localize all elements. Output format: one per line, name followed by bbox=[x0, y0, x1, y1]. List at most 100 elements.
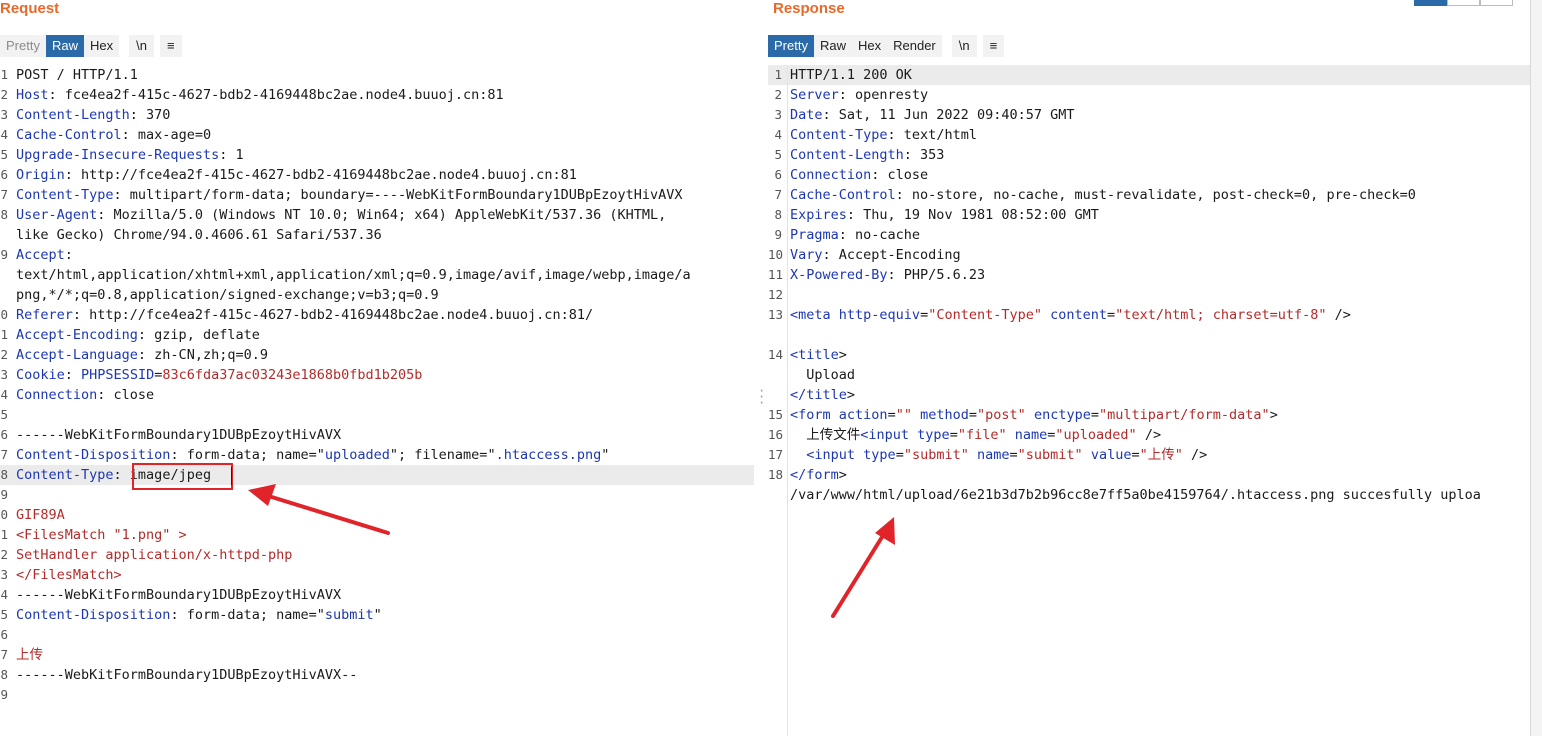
request-line[interactable]: 7 Content-Disposition: form-data; name="u… bbox=[0, 445, 754, 465]
request-line[interactable]: png,*/*;q=0.8,application/signed-exchang… bbox=[0, 285, 754, 305]
code-token: : http://fce4ea2f-415c-4627-bdb2-4169448… bbox=[64, 167, 577, 183]
response-editor[interactable]: 1 HTTP/1.1 200 OK 2 Server: openresty 3 Date:… bbox=[768, 65, 1530, 736]
response-tab-raw[interactable]: Raw bbox=[813, 35, 852, 57]
response-menu-icon[interactable]: ≡ bbox=[982, 35, 1005, 57]
response-line[interactable]: 3 Date: Sat, 11 Jun 2022 09:40:57 GMT bbox=[768, 105, 1530, 125]
code-token: = bbox=[949, 427, 958, 443]
request-line[interactable]: 0 GIF89A bbox=[0, 505, 754, 525]
request-line[interactable]: 5 Upgrade-Insecure-Requests: 1 bbox=[0, 145, 754, 165]
request-line[interactable]: 2 SetHandler application/x-httpd-php bbox=[0, 545, 754, 565]
response-tab-pretty[interactable]: Pretty bbox=[768, 35, 814, 57]
line-number: 8 bbox=[774, 207, 782, 222]
response-line[interactable]: /var/www/html/upload/6e21b3d7b2b96cc8e7f… bbox=[768, 485, 1530, 505]
divider-handle-icon[interactable]: · · · bbox=[758, 385, 765, 409]
request-line[interactable]: 8 ------WebKitFormBoundary1DUBpEzoytHivAV… bbox=[0, 665, 754, 685]
request-line[interactable]: 5 bbox=[0, 405, 754, 425]
line-code: <form action="" method="post" enctype="m… bbox=[790, 405, 1278, 425]
layout-switcher[interactable] bbox=[1414, 0, 1513, 6]
request-line[interactable]: 1 <FilesMatch "1.png" > bbox=[0, 525, 754, 545]
request-menu-icon[interactable]: ≡ bbox=[159, 35, 182, 57]
response-line[interactable]: 9 Pragma: no-cache bbox=[768, 225, 1530, 245]
request-line[interactable]: 9 Accept: bbox=[0, 245, 754, 265]
response-tab-render[interactable]: Render bbox=[887, 35, 942, 57]
request-line[interactable]: 2 Accept-Language: zh-CN,zh;q=0.9 bbox=[0, 345, 754, 365]
request-line[interactable]: 3 Content-Length: 370 bbox=[0, 105, 754, 125]
request-line[interactable]: 6 bbox=[0, 625, 754, 645]
response-line[interactable]: 14 <title> bbox=[768, 345, 1530, 365]
request-line[interactable]: 7 上传 bbox=[0, 645, 754, 665]
response-line[interactable]: 16 上传文件<input type="file" name="uploaded… bbox=[768, 425, 1530, 445]
pane-divider[interactable] bbox=[754, 0, 768, 736]
response-title: Response bbox=[773, 0, 845, 17]
response-line[interactable] bbox=[768, 325, 1530, 345]
request-line[interactable]: 6 ------WebKitFormBoundary1DUBpEzoytHivAV… bbox=[0, 425, 754, 445]
line-code: Expires: Thu, 19 Nov 1981 08:52:00 GMT bbox=[790, 205, 1099, 225]
line-number: 17 bbox=[768, 447, 784, 462]
code-token: Content-Type bbox=[790, 127, 888, 143]
code-token: SetHandler application/x-httpd-php bbox=[16, 547, 293, 563]
code-token: http-equiv bbox=[838, 307, 921, 323]
request-line[interactable]: 8 Content-Type: image/jpeg bbox=[0, 465, 754, 485]
line-code: Accept: bbox=[16, 245, 73, 265]
layout-option-3[interactable] bbox=[1480, 0, 1513, 6]
request-editor[interactable]: 1 POST / HTTP/1.1 2 Host: fce4ea2f-415c-462… bbox=[0, 65, 754, 736]
request-line[interactable]: 8 User-Agent: Mozilla/5.0 (Windows NT 10.… bbox=[0, 205, 754, 225]
code-token: Cache-Control bbox=[16, 127, 122, 143]
request-line[interactable]: 3 Cookie: PHPSESSID=83c6fda37ac03243e1868… bbox=[0, 365, 754, 385]
response-line[interactable]: 11 X-Powered-By: PHP/5.6.23 bbox=[768, 265, 1530, 285]
request-line[interactable]: like Gecko) Chrome/94.0.4606.61 Safari/5… bbox=[0, 225, 754, 245]
request-line[interactable]: 9 bbox=[0, 485, 754, 505]
line-code: </form> bbox=[790, 465, 847, 485]
request-tab-hex[interactable]: Hex bbox=[83, 35, 120, 57]
response-line[interactable]: 15 <form action="" method="post" enctype=… bbox=[768, 405, 1530, 425]
line-code: POST / HTTP/1.1 bbox=[16, 65, 138, 85]
response-line[interactable]: 18 </form> bbox=[768, 465, 1530, 485]
response-line[interactable]: 1 HTTP/1.1 200 OK bbox=[768, 65, 1530, 85]
layout-option-1[interactable] bbox=[1414, 0, 1447, 6]
request-line[interactable]: 5 Content-Disposition: form-data; name="s… bbox=[0, 605, 754, 625]
response-line[interactable]: 17 <input type="submit" name="submit" va… bbox=[768, 445, 1530, 465]
response-line[interactable]: 2 Server: openresty bbox=[768, 85, 1530, 105]
request-tab-pretty[interactable]: Pretty bbox=[0, 35, 46, 57]
request-line[interactable]: 1 POST / HTTP/1.1 bbox=[0, 65, 754, 85]
request-line[interactable]: 0 Referer: http://fce4ea2f-415c-4627-bdb2… bbox=[0, 305, 754, 325]
code-token: "" bbox=[895, 407, 912, 423]
response-line[interactable]: 5 Content-Length: 353 bbox=[768, 145, 1530, 165]
code-token: Content-Length bbox=[790, 147, 904, 163]
request-line[interactable]: 6 Origin: http://fce4ea2f-415c-4627-bdb2-… bbox=[0, 165, 754, 185]
response-line[interactable]: 7 Cache-Control: no-store, no-cache, must… bbox=[768, 185, 1530, 205]
response-line[interactable]: 6 Connection: close bbox=[768, 165, 1530, 185]
request-line[interactable]: 4 Connection: close bbox=[0, 385, 754, 405]
request-line[interactable]: 7 Content-Type: multipart/form-data; boun… bbox=[0, 185, 754, 205]
request-line[interactable]: 9 bbox=[0, 685, 754, 705]
response-line[interactable]: Upload bbox=[768, 365, 1530, 385]
request-tab-raw[interactable]: Raw bbox=[45, 35, 84, 57]
response-line[interactable]: 10 Vary: Accept-Encoding bbox=[768, 245, 1530, 265]
code-token: png,*/*;q=0.8,application/signed-exchang… bbox=[16, 287, 439, 303]
code-token: " bbox=[373, 607, 382, 623]
request-newline-toggle[interactable]: \n bbox=[129, 35, 154, 57]
response-line[interactable]: 8 Expires: Thu, 19 Nov 1981 08:52:00 GMT bbox=[768, 205, 1530, 225]
request-line[interactable]: 1 Accept-Encoding: gzip, deflate bbox=[0, 325, 754, 345]
response-line[interactable]: 4 Content-Type: text/html bbox=[768, 125, 1530, 145]
code-token: Cookie bbox=[16, 367, 65, 383]
response-tab-hex[interactable]: Hex bbox=[851, 35, 888, 57]
code-token: <title bbox=[790, 347, 839, 363]
request-line[interactable]: 2 Host: fce4ea2f-415c-4627-bdb2-4169448bc… bbox=[0, 85, 754, 105]
line-code: Content-Type: text/html bbox=[790, 125, 977, 145]
vertical-scrollbar[interactable] bbox=[1530, 0, 1542, 736]
line-number: 14 bbox=[768, 347, 784, 362]
request-line[interactable]: text/html,application/xhtml+xml,applicat… bbox=[0, 265, 754, 285]
response-line[interactable]: 12 bbox=[768, 285, 1530, 305]
response-line[interactable]: </title> bbox=[768, 385, 1530, 405]
code-token: : multipart/form-data; boundary=----WebK… bbox=[113, 187, 683, 203]
line-number: 0 bbox=[0, 507, 8, 522]
response-newline-toggle[interactable]: \n bbox=[951, 35, 977, 57]
request-line[interactable]: 3 </FilesMatch> bbox=[0, 565, 754, 585]
request-line[interactable]: 4 ------WebKitFormBoundary1DUBpEzoytHivAV… bbox=[0, 585, 754, 605]
layout-option-2[interactable] bbox=[1447, 0, 1480, 6]
code-token: 83c6fda37ac03243e1868b0fbd1b205b bbox=[162, 367, 423, 383]
request-line[interactable]: 4 Cache-Control: max-age=0 bbox=[0, 125, 754, 145]
response-line[interactable]: 13 <meta http-equiv="Content-Type" conten… bbox=[768, 305, 1530, 325]
